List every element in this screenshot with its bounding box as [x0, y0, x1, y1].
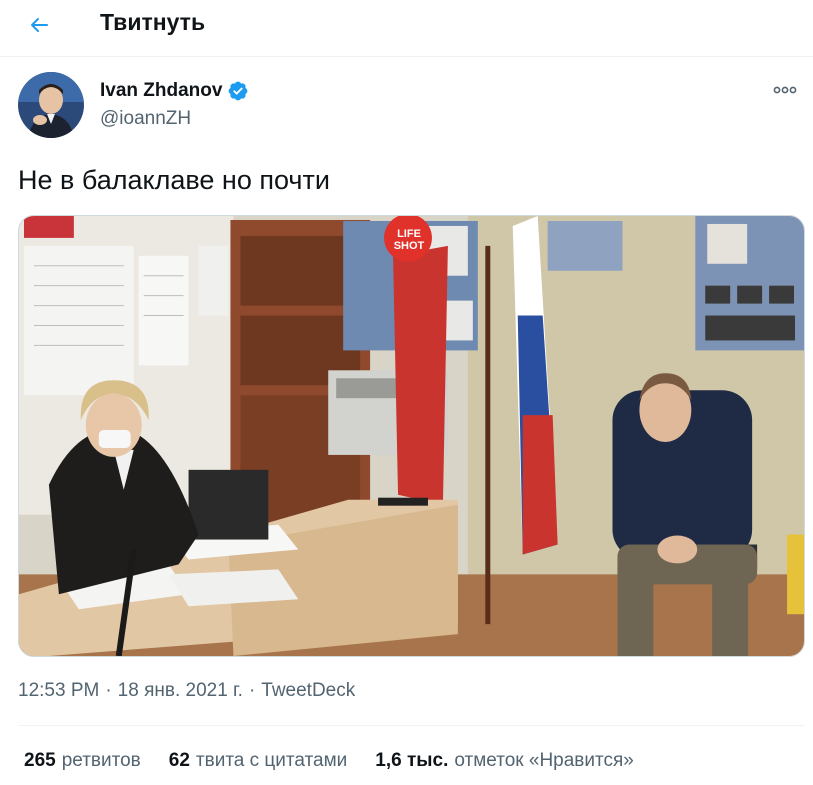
quote-tweets-stat[interactable]: 62 твита с цитатами	[169, 748, 348, 774]
likes-stat[interactable]: 1,6 тыс. отметок «Нравится»	[375, 748, 634, 774]
watermark-line2: SHOT	[393, 240, 425, 252]
top-bar: Твитнуть	[0, 0, 813, 57]
meta-separator: ·	[105, 680, 112, 701]
tweet-text: Не в балаклаве но почти	[18, 165, 330, 195]
tweet-photo[interactable]: LIFE SHOT	[18, 215, 805, 657]
quote-tweets-count: 62	[168, 750, 190, 771]
tweet-meta: 12:53 PM · 18 янв. 2021 г. · TweetDeck	[18, 679, 355, 703]
retweets-label: ретвитов	[61, 750, 141, 771]
watermark-lifeshot: LIFE SHOT	[382, 228, 436, 252]
avatar-image	[18, 72, 84, 138]
likes-label: отметок «Нравится»	[454, 750, 634, 771]
watermark-line1: LIFE	[397, 228, 421, 240]
more-options-icon[interactable]	[772, 82, 798, 98]
likes-count: 1,6 тыс.	[375, 750, 449, 771]
arrow-left-icon	[31, 18, 48, 32]
tweet-date[interactable]: 18 янв. 2021 г.	[118, 679, 243, 703]
avatar[interactable]	[18, 72, 84, 138]
page-title: Твитнуть	[100, 9, 206, 35]
tweet-time[interactable]: 12:53 PM	[18, 679, 99, 703]
tweet-author: Ivan Zhdanov @ioannZH	[18, 72, 798, 142]
user-handle[interactable]: @ioannZH	[100, 107, 191, 131]
tweet-stats: 265 ретвитов 62 твита с цитатами 1,6 тыс…	[24, 748, 634, 774]
back-button[interactable]	[22, 8, 56, 42]
name-row: Ivan Zhdanov	[100, 79, 249, 103]
retweets-stat[interactable]: 265 ретвитов	[24, 748, 141, 774]
quote-tweets-label: твита с цитатами	[195, 750, 348, 771]
retweets-count: 265	[24, 750, 56, 771]
courtroom-photo	[19, 216, 804, 656]
display-name[interactable]: Ivan Zhdanov	[100, 79, 222, 103]
verified-badge-icon	[229, 81, 248, 101]
meta-separator: ·	[248, 680, 256, 701]
divider	[18, 725, 805, 726]
tweet-source[interactable]: TweetDeck	[261, 679, 355, 703]
